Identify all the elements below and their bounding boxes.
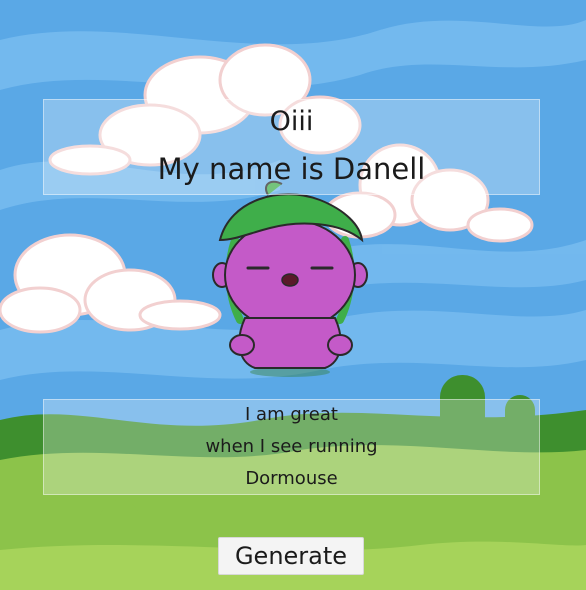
creature-arm-left: [229, 334, 255, 356]
description-line-1: I am great: [245, 404, 338, 425]
greeting-panel: Oiii My name is Danell: [43, 99, 540, 195]
name-text: My name is Danell: [157, 152, 426, 186]
description-line-3: Dormouse: [245, 468, 338, 489]
description-line-2: when I see running: [205, 436, 378, 457]
generate-button[interactable]: Generate: [218, 537, 364, 575]
greeting-text: Oiii: [269, 106, 314, 137]
creature-arm-right: [327, 334, 353, 356]
description-panel: I am great when I see running Dormouse: [43, 399, 540, 495]
creature-mouth: [281, 273, 299, 287]
game-scene: [0, 0, 586, 590]
